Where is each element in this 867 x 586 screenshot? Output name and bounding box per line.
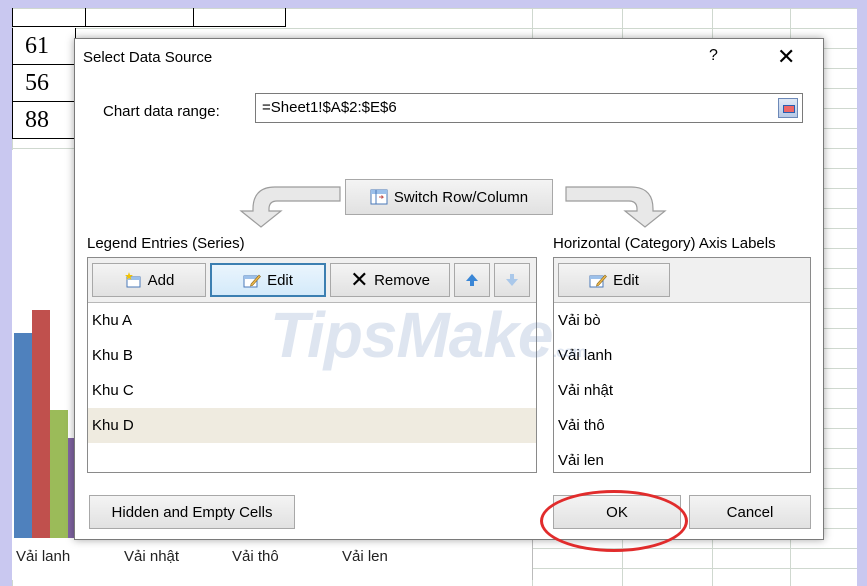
axis-label-item[interactable]: Vải lanh [554, 338, 810, 373]
chart-data-range-label: Chart data range: [103, 103, 220, 120]
series-item-khu-d[interactable]: Khu D [88, 408, 536, 443]
switch-row-column-button[interactable]: Switch Row/Column [345, 179, 553, 215]
cell-value[interactable]: 61 [12, 28, 76, 65]
remove-label: Remove [374, 271, 430, 289]
help-button[interactable]: ? [709, 47, 718, 65]
switch-row-column-icon [370, 189, 388, 205]
cancel-button[interactable]: Cancel [689, 495, 811, 529]
edit-series-button[interactable]: Edit [210, 263, 326, 297]
cell-value[interactable]: 56 [12, 65, 76, 102]
chart-category-label: Vải nhật [124, 548, 180, 565]
collapse-dialog-icon[interactable] [778, 98, 798, 118]
axis-label-item[interactable]: Vải bò [554, 303, 810, 338]
edit-axis-label: Edit [613, 271, 639, 289]
select-data-source-dialog: Select Data Source ? ✕ Chart data range:… [74, 38, 824, 540]
screen-border [0, 0, 867, 8]
curved-arrow-left-icon [239, 186, 341, 228]
header-cells [12, 8, 286, 27]
series-list: Khu A Khu B Khu C Khu D [88, 303, 536, 443]
remove-series-button[interactable]: ✕ Remove [330, 263, 450, 297]
ok-button[interactable]: OK [553, 495, 681, 529]
curved-arrow-right-icon [565, 186, 667, 228]
close-button[interactable]: ✕ [777, 44, 795, 70]
edit-label: Edit [267, 271, 293, 289]
chart-bar [32, 310, 50, 538]
chart-bar [14, 333, 32, 538]
arrow-down-icon [503, 272, 521, 288]
hidden-empty-cells-button[interactable]: Hidden and Empty Cells [89, 495, 295, 529]
screen-border [0, 0, 12, 586]
edit-icon [589, 272, 607, 288]
legend-entries-panel: Add Edit ✕ Remove Khu A Khu B Khu C Khu … [87, 257, 537, 473]
axis-label-item[interactable]: Vải thô [554, 408, 810, 443]
chart-bar [50, 410, 68, 538]
legend-entries-label: Legend Entries (Series) [87, 235, 245, 252]
add-label: Add [147, 271, 175, 289]
axis-label-item[interactable]: Vải len [554, 443, 810, 478]
chart-data-range-input[interactable]: =Sheet1!$A$2:$E$6 [255, 93, 803, 123]
ok-label: OK [606, 503, 628, 521]
legend-toolbar: Add Edit ✕ Remove [88, 258, 536, 303]
edit-axis-labels-button[interactable]: Edit [558, 263, 670, 297]
remove-icon: ✕ [350, 267, 369, 292]
chart-data-range-value: =Sheet1!$A$2:$E$6 [262, 99, 397, 116]
move-up-button[interactable] [454, 263, 490, 297]
chart-category-label: Vải thô [232, 548, 279, 565]
screen-border [857, 0, 867, 586]
axis-labels-panel: Edit Vải bò Vải lanh Vải nhật Vải thô Vả… [553, 257, 811, 473]
chart-category-label: Vải lanh [16, 548, 71, 565]
add-series-button[interactable]: Add [92, 263, 206, 297]
chart-category-label: Vải len [342, 548, 388, 565]
series-item-khu-c[interactable]: Khu C [88, 373, 536, 408]
cancel-label: Cancel [726, 503, 774, 521]
axis-label-list: Vải bò Vải lanh Vải nhật Vải thô Vải len [554, 303, 810, 478]
move-down-button[interactable] [494, 263, 530, 297]
dialog-title: Select Data Source [83, 49, 213, 66]
edit-icon [243, 272, 261, 288]
series-item-khu-b[interactable]: Khu B [88, 338, 536, 373]
axis-labels-label: Horizontal (Category) Axis Labels [553, 235, 776, 252]
hidden-empty-cells-label: Hidden and Empty Cells [111, 503, 273, 521]
add-icon [124, 272, 142, 288]
axis-label-item[interactable]: Vải nhật [554, 373, 810, 408]
series-item-khu-a[interactable]: Khu A [88, 303, 536, 338]
axis-toolbar: Edit [554, 258, 810, 303]
switch-row-column-label: Switch Row/Column [393, 188, 529, 206]
arrow-up-icon [463, 272, 481, 288]
cell-value[interactable]: 88 [12, 102, 76, 139]
